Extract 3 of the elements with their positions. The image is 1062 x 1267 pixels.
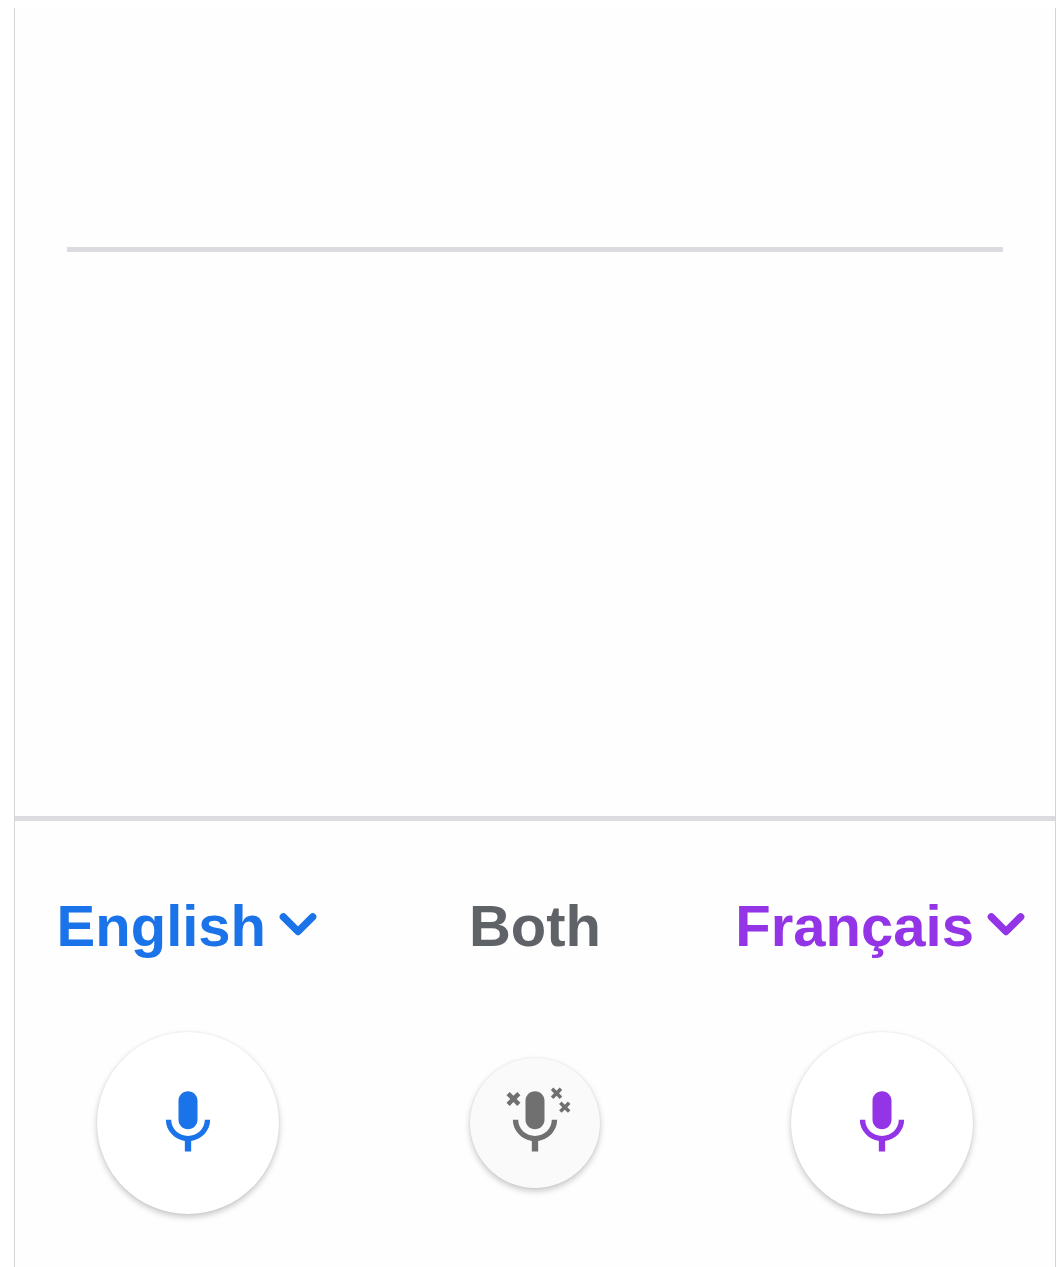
both-languages-button[interactable]: Both (468, 891, 601, 961)
language-selector[interactable]: Français (735, 891, 1028, 961)
language-selector[interactable]: English (56, 891, 321, 961)
